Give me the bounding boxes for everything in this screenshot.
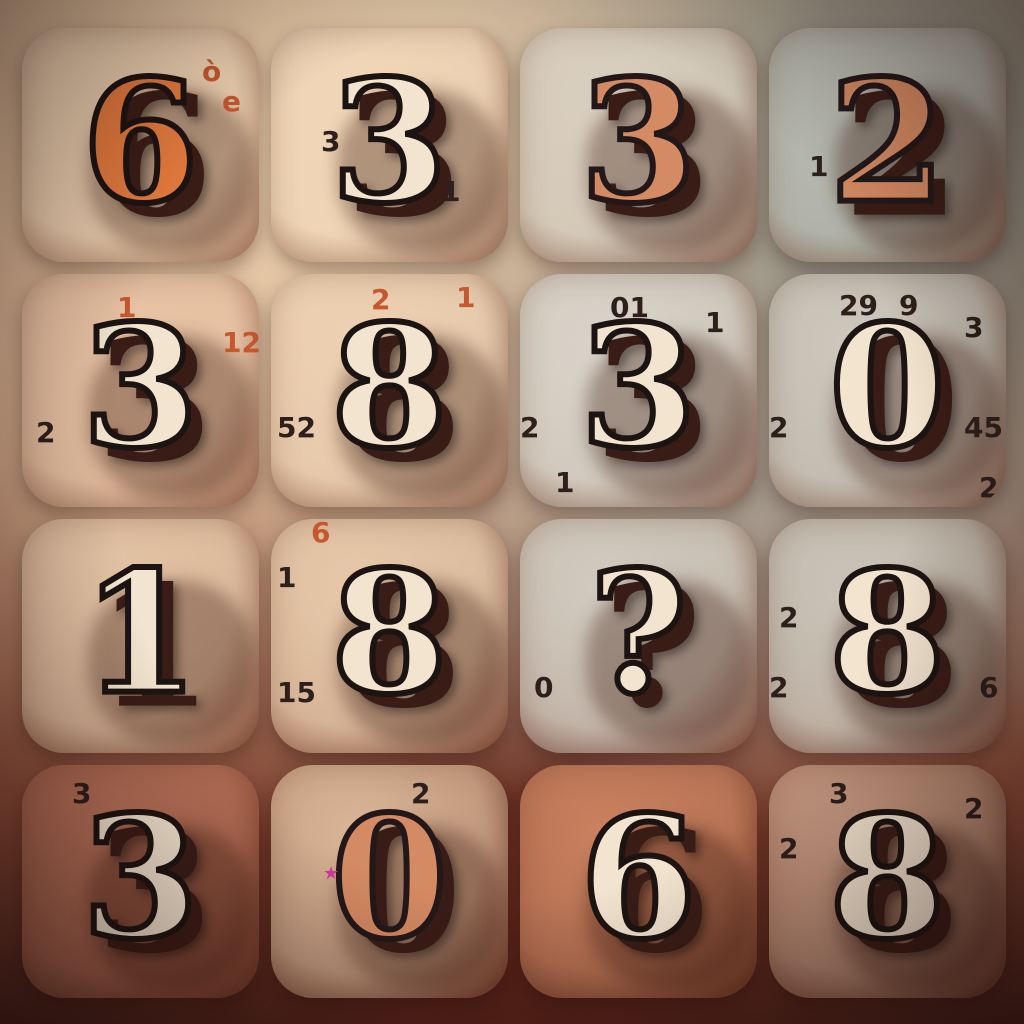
tile-digit: 3 xyxy=(577,42,700,241)
scattered-number: 1 xyxy=(117,290,137,324)
scattered-number: 01 xyxy=(610,290,649,324)
tile-digit: 6 xyxy=(577,778,700,977)
scattered-number: 15 xyxy=(277,676,316,709)
scattered-number: 2 xyxy=(36,415,56,449)
scattered-number: 3 xyxy=(964,310,984,344)
number-tile: 3 01 1 2 1 xyxy=(520,273,757,507)
scattered-number: 1 xyxy=(705,305,725,339)
scattered-number: 3 xyxy=(72,776,92,810)
scattered-number: 52 xyxy=(277,410,316,444)
number-tile: 3 xyxy=(520,28,757,262)
number-tile: 33 xyxy=(22,764,259,998)
number-tile: 21 xyxy=(769,28,1006,262)
scattered-number: e xyxy=(222,85,241,118)
scattered-number: 6 xyxy=(311,519,331,549)
scattered-number: 2 xyxy=(411,776,431,810)
scattered-number: 2 xyxy=(769,410,789,444)
scattered-number: 29 xyxy=(839,288,878,322)
scattered-number: 2 xyxy=(979,470,999,504)
scattered-number: 2 xyxy=(779,601,799,634)
scattered-number: 45 xyxy=(964,410,1003,444)
scattered-number: 1 xyxy=(277,561,297,594)
star-icon: ★ xyxy=(323,862,340,884)
number-tile: 3 1 12 2 xyxy=(22,273,259,507)
number-tile: 6òe xyxy=(22,28,259,262)
scattered-number: 3 xyxy=(829,776,849,810)
scattered-number: 6 xyxy=(979,671,999,704)
scattered-number: 1 xyxy=(555,465,575,499)
scattered-number: 9 xyxy=(899,288,919,322)
number-tile: ? 0 xyxy=(520,519,757,753)
scattered-number: 2 xyxy=(964,791,984,825)
scattered-number: 1 xyxy=(441,175,461,208)
tile-digit: 2 xyxy=(826,42,949,241)
tile-digit: 3 xyxy=(79,778,202,977)
number-tile-grid: 6 ò e 3 1 3 3 2 1 3 1 12 2 8 2 1 52 3 01 1 2 1 0 29 9 3 2 45 2 1 8 6 1 15… xyxy=(22,28,1006,998)
scattered-number: 12 xyxy=(222,325,259,359)
number-tile: 8226 xyxy=(769,519,1006,753)
tile-digit: 8 xyxy=(328,287,451,486)
number-tile: 0 29 9 3 2 45 2 xyxy=(769,273,1006,507)
tile-digit: 8 xyxy=(826,533,949,732)
tile-digit: ? xyxy=(586,533,690,732)
scattered-number: 0 xyxy=(534,671,554,704)
tile-digit: 6 xyxy=(79,42,202,241)
scattered-number: ò xyxy=(202,55,222,88)
scattered-number: 2 xyxy=(520,410,540,444)
scattered-number: 1 xyxy=(456,280,476,314)
number-tile: 8322 xyxy=(769,764,1006,998)
tile-digit: 0 xyxy=(328,778,451,977)
number-tile: 8 2 1 52 xyxy=(271,273,508,507)
scattered-number: 2 xyxy=(779,831,799,865)
tile-digit: 1 xyxy=(79,533,202,732)
number-tile: 0 2 ★ xyxy=(271,764,508,998)
number-tile: 6 xyxy=(520,764,757,998)
tile-digit: 3 xyxy=(328,42,451,241)
number-tile: 1 xyxy=(22,519,259,753)
scattered-number: 3 xyxy=(321,125,341,158)
scattered-number: 1 xyxy=(809,150,829,183)
scattered-number: 2 xyxy=(371,282,391,316)
number-tile: 8 6 1 15 xyxy=(271,519,508,753)
number-tile: 313 xyxy=(271,28,508,262)
scattered-number: 2 xyxy=(769,671,789,704)
